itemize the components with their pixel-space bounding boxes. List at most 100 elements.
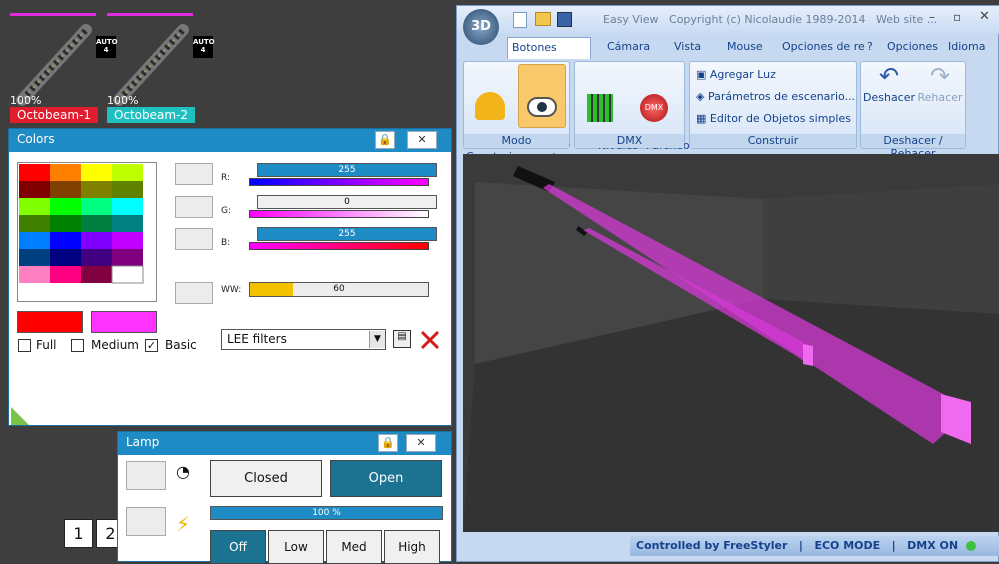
g-label: G: <box>221 206 232 216</box>
dmx-status-led-icon <box>966 541 976 551</box>
tab-opciones-de-render[interactable]: Opciones de re <box>782 37 865 59</box>
r-slider[interactable]: 255 <box>257 163 437 177</box>
help-menu[interactable]: ? <box>867 37 873 59</box>
options-menu[interactable]: Opciones <box>887 37 938 59</box>
b-slider[interactable]: 255 <box>257 227 437 241</box>
g-gradient <box>249 210 429 218</box>
agregar-luz-label: Agregar Luz <box>709 68 776 81</box>
medium-label: Medium <box>91 338 139 352</box>
dmx-globe-icon: DMX <box>640 94 668 122</box>
group-dmx-label: DMX <box>575 134 684 148</box>
power-off-button[interactable]: Off <box>210 530 266 564</box>
undo-button[interactable]: ↶ Deshacer <box>863 64 915 104</box>
target-color-swatch[interactable] <box>91 311 157 333</box>
group-construir-label: Construir <box>690 134 856 148</box>
color-grid[interactable] <box>17 162 157 302</box>
filter-select[interactable]: LEE filters ▼ <box>221 329 386 350</box>
tab-vista[interactable]: Vista <box>674 37 701 59</box>
fixture-level-bar <box>10 13 96 16</box>
tab-mouse[interactable]: Mouse <box>727 37 763 59</box>
current-color-swatch[interactable] <box>17 311 83 333</box>
undo-icon: ↶ <box>878 62 900 90</box>
editor-objetos-item[interactable]: ▦ Editor de Objetos simples <box>696 112 851 125</box>
save-icon[interactable]: ▤ <box>393 330 411 348</box>
auto-badge: AUTO 4 <box>193 36 215 58</box>
closed-button[interactable]: Closed <box>210 460 322 497</box>
tab-botones-estandar[interactable]: Botones estándar <box>507 37 591 74</box>
lamp-titlebar: Lamp 🔒 ✕ <box>118 432 451 455</box>
parametros-escenario-item[interactable]: ◈ Parámetros de escenario... <box>696 90 855 103</box>
save-icon[interactable] <box>557 12 572 27</box>
tab-camara[interactable]: Cámara <box>607 37 650 59</box>
filter-select-value: LEE filters <box>227 332 287 346</box>
r-label: R: <box>221 173 231 183</box>
g-slider[interactable]: 0 <box>257 195 437 209</box>
quick-access-bar: 3D Easy View Copyright (c) Nicolaudie 19… <box>457 6 999 45</box>
language-menu[interactable]: Idioma <box>948 37 985 59</box>
shutter-icon: ◔ <box>176 462 190 481</box>
fixture-percent: 100% <box>10 94 42 107</box>
g-preset-button[interactable] <box>175 196 213 218</box>
close-icon[interactable]: ✕ <box>407 131 437 149</box>
group-deshacer: ↶ Deshacer ↷ Rehacer Deshacer / Rehacer <box>860 61 966 160</box>
lock-icon[interactable]: 🔒 <box>378 434 398 452</box>
resize-grip-icon[interactable] <box>11 407 29 425</box>
shutter-preset-button[interactable] <box>126 461 166 490</box>
r-preset-button[interactable] <box>175 163 213 185</box>
3d-viewport[interactable] <box>463 154 999 532</box>
b-label: B: <box>221 238 231 248</box>
medium-checkbox[interactable] <box>71 339 84 352</box>
color-grid-swatches[interactable] <box>18 163 158 303</box>
power-low-button[interactable]: Low <box>268 530 324 564</box>
scene-params-icon: ◈ <box>696 90 708 103</box>
close-icon[interactable]: ✕ <box>979 9 990 24</box>
eye-icon <box>527 97 557 117</box>
app-logo-button[interactable]: 3D <box>463 9 499 45</box>
ww-label: WW: <box>221 285 242 295</box>
full-checkbox[interactable] <box>18 339 31 352</box>
intensity-preset-button[interactable] <box>126 507 166 536</box>
agregar-luz-item[interactable]: ▣ Agregar Luz <box>696 68 776 81</box>
window-title: Easy View Copyright (c) Nicolaudie 1989-… <box>603 13 938 26</box>
b-preset-button[interactable] <box>175 228 213 250</box>
full-label: Full <box>36 338 57 352</box>
fixture-name: Octobeam-1 <box>10 107 98 123</box>
fixture-octobeam-2[interactable]: AUTO 4 100% Octobeam-2 <box>105 10 215 125</box>
colors-titlebar: Colors 🔒 ✕ <box>9 129 451 152</box>
fixture-percent: 100% <box>107 94 139 107</box>
modo-usuario-button[interactable]: Modo usuario <box>518 64 570 164</box>
fixture-name: Octobeam-2 <box>107 107 195 123</box>
minimize-icon[interactable]: – <box>929 10 935 24</box>
open-button[interactable]: Open <box>330 460 442 497</box>
delete-icon[interactable] <box>419 329 441 351</box>
intensity-slider[interactable]: 100 % <box>210 506 443 520</box>
editor-objetos-label: Editor de Objetos simples <box>709 112 851 125</box>
levels-icon <box>587 94 613 122</box>
status-bar: Controlled by FreeStyler | ECO MODE | DM… <box>630 536 999 556</box>
maximize-icon[interactable]: ▫ <box>953 10 961 24</box>
colors-title: Colors <box>17 132 55 146</box>
ww-preset-button[interactable] <box>175 282 213 304</box>
open-folder-icon[interactable] <box>535 12 551 26</box>
group-dmx: Niveles DMX DMX Parcheo de Universos DMX <box>574 61 707 165</box>
redo-button[interactable]: ↷ Rehacer <box>915 64 965 104</box>
close-icon[interactable]: ✕ <box>406 434 436 452</box>
group-modo: Modo Construir Modo usuario Modo <box>463 61 570 164</box>
new-file-icon[interactable] <box>513 12 527 28</box>
status-text: Controlled by FreeStyler | ECO MODE | DM… <box>636 539 959 552</box>
redo-label: Rehacer <box>917 91 963 104</box>
easy-view-window: 3D Easy View Copyright (c) Nicolaudie 19… <box>456 5 999 562</box>
basic-checkbox[interactable]: ✓ <box>145 339 158 352</box>
power-high-button[interactable]: High <box>384 530 440 564</box>
page-1-button[interactable]: 1 <box>64 519 93 548</box>
lock-icon[interactable]: 🔒 <box>375 131 395 149</box>
chevron-down-icon[interactable]: ▼ <box>369 331 385 348</box>
ww-slider[interactable]: 60 <box>249 282 429 297</box>
power-med-button[interactable]: Med <box>326 530 382 564</box>
basic-label: Basic <box>165 338 197 352</box>
fixture-octobeam-1[interactable]: AUTO 4 100% Octobeam-1 <box>8 10 118 125</box>
parametros-escenario-label: Parámetros de escenario... <box>707 90 856 103</box>
undo-label: Deshacer <box>863 91 916 104</box>
group-deshacer-label: Deshacer / Rehacer <box>861 134 965 160</box>
fixture-level-bar <box>107 13 193 16</box>
